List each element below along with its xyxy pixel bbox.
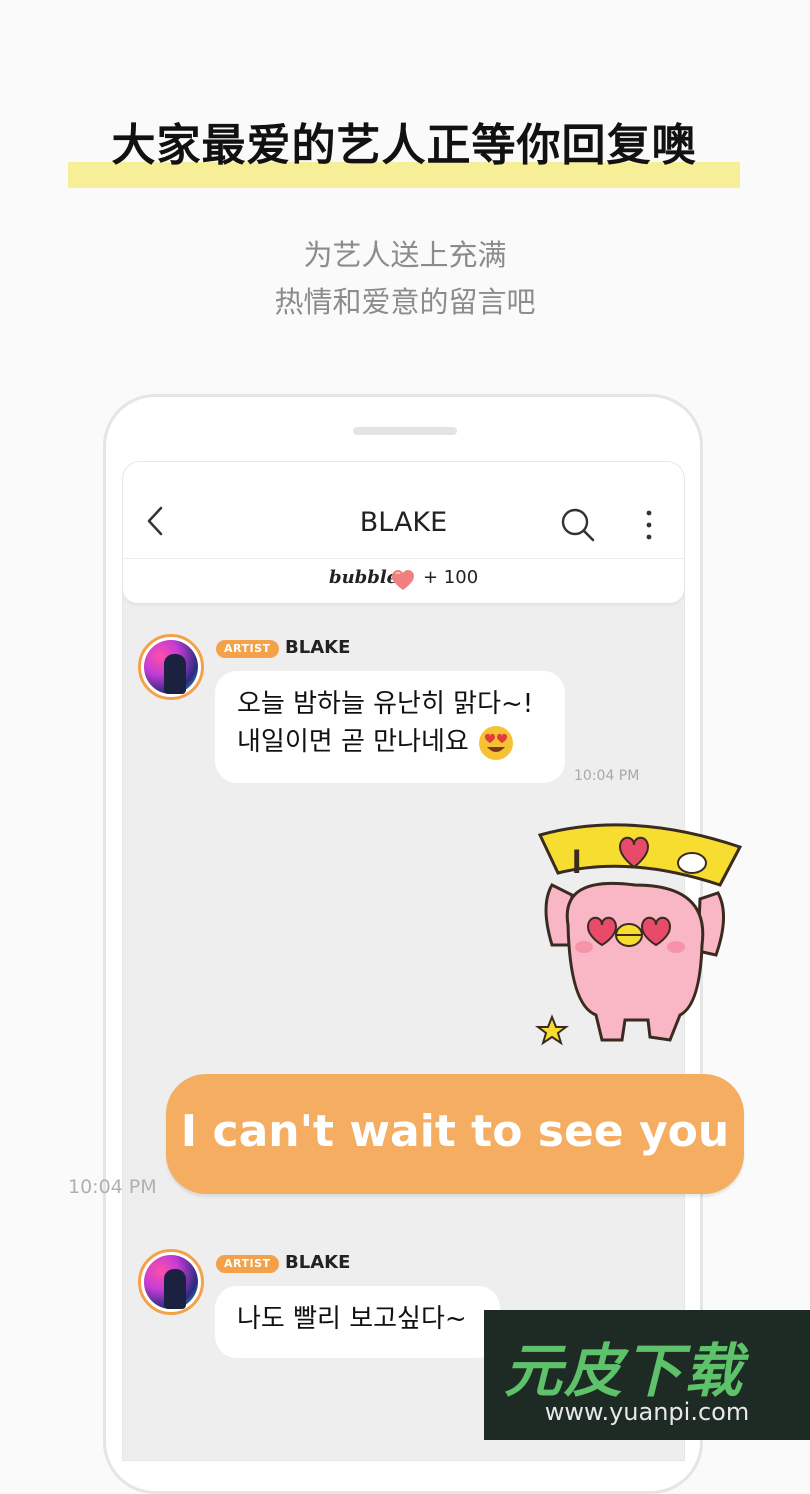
heart-eyes-emoji-icon [479,725,514,760]
watermark-title: 元皮下载 [504,1337,745,1405]
subtitle-line-1: 为艺人送上充满 [303,238,507,272]
artist-badge: ARTIST [216,1255,279,1273]
phone-speaker [353,427,457,435]
avatar-figure [164,654,186,694]
message-bubble[interactable]: 오늘 밤하늘 유난히 맑다~! 내일이면 곧 만나네요 [215,671,565,783]
avatar-photo [144,1255,198,1309]
heart-icon [392,570,414,590]
message-line-2: 내일이면 곧 만나네요 [237,723,543,762]
chat-title: BLAKE [359,507,448,538]
message-line-2-text: 내일이면 곧 만나네요 [237,727,469,757]
avatar-figure [164,1269,186,1309]
artist-badge: ARTIST [216,640,279,658]
message-line-1: 나도 빨리 보고싶다~ [237,1304,467,1334]
watermark-url: www.yuanpi.com [544,1398,750,1426]
watermark: 元皮下载 www.yuanpi.com [484,1310,810,1440]
subtitle-line-2: 热情和爱意的留言吧 [274,285,536,319]
avatar-photo [144,640,198,694]
app-bar: BLAKE [123,462,684,559]
reply-bubble[interactable]: I can't wait to see you [166,1074,744,1194]
message-time: 10:04 PM [574,768,640,784]
bubble-counter-bar[interactable]: bubble + 100 [123,559,684,603]
artist-avatar[interactable] [138,1249,204,1315]
more-icon[interactable] [637,508,661,542]
headline-block: 大家最爱的艺人正等你回复噢 [68,112,740,188]
love-sign-sticker[interactable]: I [530,815,745,1055]
message-bubble[interactable]: 나도 빨리 보고싶다~ [215,1286,500,1358]
artist-avatar[interactable] [138,634,204,700]
bubble-logo: bubble [329,567,399,588]
sticker-sign-letter: I [572,843,581,881]
sender-name: BLAKE [285,637,351,658]
headline: 大家最爱的艺人正等你回复噢 [111,120,697,171]
reply-time: 10:04 PM [68,1176,157,1198]
reply-text: I can't wait to see you [180,1106,730,1157]
bubble-count: + 100 [423,567,479,588]
search-icon[interactable] [559,506,597,544]
sender-name: BLAKE [285,1252,351,1273]
message-line-1: 오늘 밤하늘 유난히 맑다~! [237,689,534,719]
